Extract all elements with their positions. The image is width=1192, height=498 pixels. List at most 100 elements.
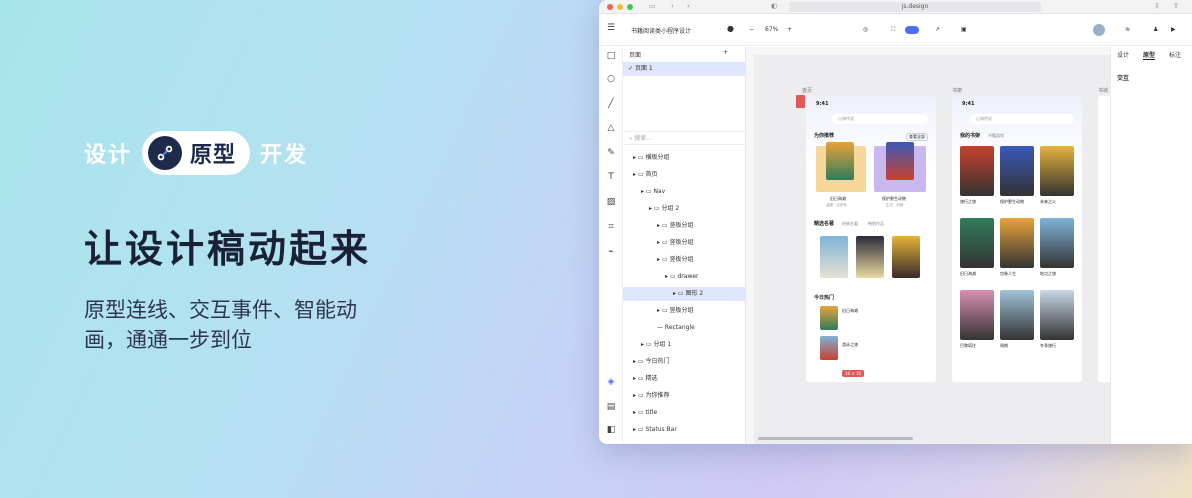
layer-item[interactable]: ▸ ▭ drawer bbox=[623, 270, 746, 284]
avatar[interactable] bbox=[1093, 24, 1105, 36]
zoom-out-icon[interactable]: − bbox=[749, 26, 754, 33]
target-icon[interactable]: ◎ bbox=[863, 26, 868, 33]
back-icon[interactable]: ‹ bbox=[671, 2, 674, 10]
shelf-book-cover[interactable] bbox=[960, 146, 994, 196]
tab-bestsellers[interactable]: 畅销作品 bbox=[868, 221, 884, 227]
ellipse-tool-icon[interactable]: ○ bbox=[606, 74, 616, 84]
shelf-book-cover[interactable] bbox=[1000, 218, 1034, 268]
close-dot-icon[interactable] bbox=[607, 4, 613, 10]
store-frame[interactable] bbox=[1098, 96, 1110, 382]
share-icon[interactable]: ⇪ bbox=[1173, 2, 1179, 10]
mode-toggle[interactable] bbox=[905, 26, 919, 34]
download-icon[interactable]: ⇩ bbox=[1154, 2, 1160, 10]
shelf-book-cover[interactable] bbox=[960, 218, 994, 268]
shelf-book-cover[interactable] bbox=[1040, 218, 1074, 268]
book-title: 旧日海滩 bbox=[830, 196, 846, 201]
shelf-book-cover[interactable] bbox=[1040, 290, 1074, 340]
minimize-dot-icon[interactable] bbox=[617, 4, 623, 10]
layer-search[interactable]: ⌕ 搜索... bbox=[623, 131, 746, 145]
zoom-in-icon[interactable]: + bbox=[787, 26, 792, 33]
layer-item[interactable]: ▸ ▭ 图形 2 bbox=[623, 287, 746, 301]
address-bar[interactable]: js.design bbox=[789, 2, 1041, 12]
book-cover[interactable] bbox=[820, 306, 838, 330]
pen-tool-icon[interactable]: ✎ bbox=[606, 148, 616, 158]
interaction-section: 交互 bbox=[1117, 75, 1130, 82]
pages-tab[interactable]: 页面 bbox=[629, 50, 641, 59]
line-tool-icon[interactable]: ╱ bbox=[606, 99, 616, 109]
tab-prototype[interactable]: 原型 bbox=[1143, 50, 1156, 60]
view-all-button[interactable]: 查看全部 bbox=[906, 133, 928, 141]
text-tool-icon[interactable]: T bbox=[606, 172, 616, 182]
book-cover[interactable] bbox=[892, 236, 920, 278]
layer-item[interactable]: — Rectangle bbox=[623, 321, 746, 335]
shelf-book-cover[interactable] bbox=[1000, 146, 1034, 196]
library-icon[interactable]: ≋ bbox=[1125, 26, 1130, 33]
frame-tool-icon[interactable]: ⌗ bbox=[606, 222, 616, 232]
layer-item[interactable]: ▸ ▭ 竖板分组 bbox=[623, 219, 746, 233]
layer-item[interactable]: ▸ ▭ 为你推荐 bbox=[623, 389, 746, 403]
tab-annotate[interactable]: 标注 bbox=[1169, 50, 1181, 59]
rect-tool-icon[interactable]: □ bbox=[606, 51, 616, 61]
frame-label-store[interactable]: 书城 bbox=[1098, 87, 1108, 94]
folder-icon: ▸ ▭ bbox=[657, 256, 670, 263]
layer-item[interactable]: ▸ ▭ 精选 bbox=[623, 372, 746, 386]
book-cover[interactable] bbox=[820, 236, 848, 278]
image-tool-icon[interactable]: ▨ bbox=[606, 197, 616, 207]
shelf-book-cover[interactable] bbox=[1000, 290, 1034, 340]
bookmark-marker-icon[interactable] bbox=[796, 95, 805, 108]
search-input[interactable]: 搜索... bbox=[634, 135, 652, 142]
triangle-tool-icon[interactable]: △ bbox=[606, 123, 616, 133]
brush-tool-icon[interactable]: ⌁ bbox=[606, 247, 616, 257]
users-icon[interactable]: ♟ bbox=[1153, 26, 1158, 33]
layer-item[interactable]: ▸ ▭ 今日热门 bbox=[623, 355, 746, 369]
zoom-level[interactable]: 67% bbox=[765, 26, 778, 33]
canvas[interactable]: 首页 书架 书城 9:41 山海传说 为你推荐 查看全部 旧日海滩 温暖 · 治… bbox=[746, 47, 1110, 444]
layers-icon[interactable]: ◈ bbox=[606, 377, 616, 387]
layer-item[interactable]: ▸ ▭ Nav bbox=[623, 185, 746, 199]
horizontal-scrollbar[interactable] bbox=[758, 437, 913, 440]
add-page-icon[interactable]: + bbox=[723, 49, 728, 56]
shelf-frame[interactable]: 9:41 山海传说 我的书架 书籍游戏 旅行之旅 保护野生动物 未来之火 旧日海滩 包装… bbox=[952, 96, 1082, 382]
tag-design: 设计 bbox=[84, 143, 133, 168]
layer-item[interactable]: ▸ ▭ 分组 1 bbox=[623, 338, 746, 352]
tab-classics[interactable]: 经典名著 bbox=[842, 221, 858, 227]
layer-item[interactable]: ▸ ▭ 竖板分组 bbox=[623, 253, 746, 267]
layer-item[interactable]: ▸ ▭ 竖板分组 bbox=[623, 236, 746, 250]
layer-item[interactable]: ▸ ▭ 竖板分组 bbox=[623, 304, 746, 318]
assets-icon[interactable]: ▤ bbox=[606, 402, 616, 412]
layer-item[interactable]: ▸ ▭ 分组 2 bbox=[623, 202, 746, 216]
search-bar[interactable]: 山海传说 bbox=[832, 114, 928, 124]
file-name[interactable]: 书籍阅读类小程序设计 bbox=[631, 26, 691, 35]
layer-label: 分组 2 bbox=[661, 205, 680, 212]
home-frame[interactable]: 9:41 山海传说 为你推荐 查看全部 旧日海滩 温暖 · 治愈系 保护野生动物… bbox=[806, 96, 936, 382]
book-cover[interactable] bbox=[820, 336, 838, 360]
shelf-book-cover[interactable] bbox=[960, 290, 994, 340]
search-bar[interactable]: 山海传说 bbox=[970, 114, 1074, 124]
plugins-icon[interactable]: ◧ bbox=[606, 425, 616, 435]
frame-label-home[interactable]: 首页 bbox=[802, 87, 812, 94]
book-cover bbox=[826, 142, 854, 180]
folder-icon: ▸ ▭ bbox=[657, 239, 670, 246]
page-item[interactable]: ✓ 页面 1 bbox=[623, 62, 746, 76]
layer-item[interactable]: ▸ ▭ Status Bar bbox=[623, 423, 746, 437]
layer-item[interactable]: ▸ ▭ title bbox=[623, 406, 746, 420]
tab-design[interactable]: 设计 bbox=[1117, 50, 1129, 59]
layer-item[interactable]: ▸ ▭ 首页 bbox=[623, 168, 746, 182]
tab-book-games[interactable]: 书籍游戏 bbox=[988, 133, 1004, 139]
layer-item[interactable]: ▸ ▭ 横板分组 bbox=[623, 151, 746, 165]
menu-icon[interactable]: ☰ bbox=[607, 23, 615, 33]
frame-icon[interactable]: ⛶ bbox=[891, 26, 895, 34]
frame-label-shelf[interactable]: 书架 bbox=[952, 87, 962, 94]
component-icon[interactable]: ▣ bbox=[961, 26, 967, 33]
sidebar-toggle-icon[interactable]: ▭ bbox=[649, 2, 656, 10]
subtitle: 原型连线、交互事件、智能动画，通通一步到位 bbox=[84, 298, 357, 352]
path-icon[interactable]: ↗ bbox=[935, 26, 940, 33]
layer-label: 首页 bbox=[645, 171, 658, 178]
maximize-dot-icon[interactable] bbox=[627, 4, 633, 10]
comment-icon[interactable]: ● bbox=[727, 24, 734, 33]
section-classics: 精选名著 bbox=[814, 221, 835, 227]
play-icon[interactable]: ▶ bbox=[1171, 26, 1176, 33]
forward-icon[interactable]: › bbox=[687, 2, 690, 10]
shelf-book-cover[interactable] bbox=[1040, 146, 1074, 196]
book-cover[interactable] bbox=[856, 236, 884, 278]
